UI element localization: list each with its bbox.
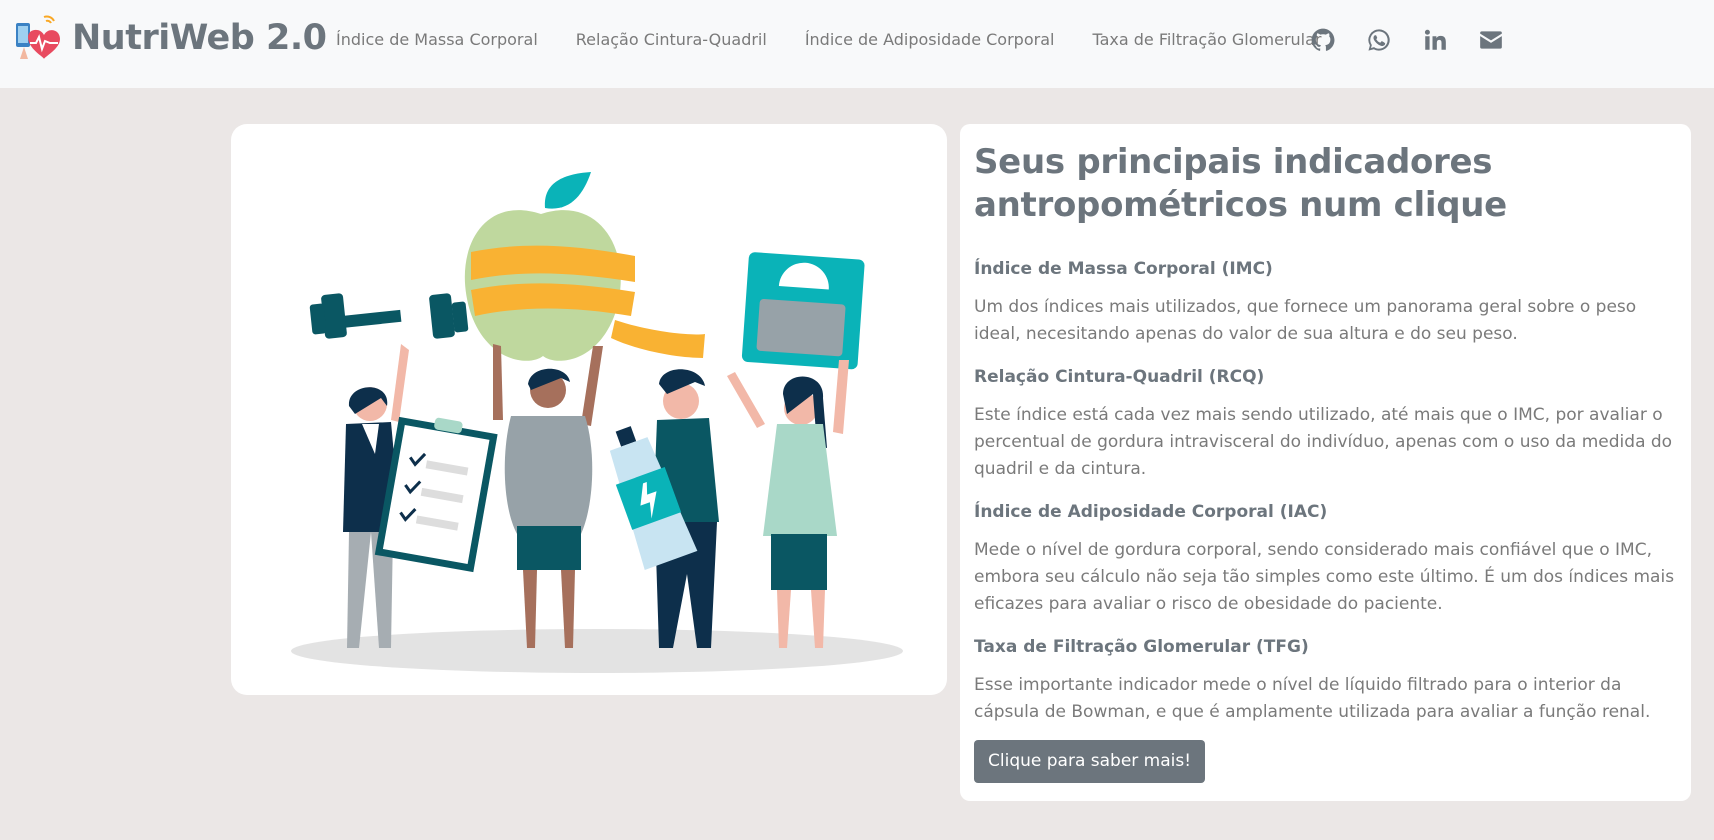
whatsapp-icon[interactable] — [1366, 27, 1392, 53]
section-text: Esse importante indicador mede o nível d… — [974, 675, 1651, 722]
section-iac: Índice de Adiposidade Corporal (IAC) Med… — [974, 501, 1679, 618]
learn-more-button[interactable]: Clique para saber mais! — [974, 740, 1206, 783]
section-tfg: Taxa de Filtração Glomerular (TFG) Esse … — [974, 636, 1679, 726]
section-text: Um dos índices mais utilizados, que forn… — [974, 297, 1637, 344]
nav-links: Índice de Massa Corporal Relação Cintura… — [336, 29, 1321, 53]
envelope-icon[interactable] — [1478, 27, 1504, 53]
section-heading: Relação Cintura-Quadril (RCQ) — [974, 367, 1265, 387]
section-heading: Índice de Adiposidade Corporal (IAC) — [974, 502, 1328, 522]
section-heading: Índice de Massa Corporal (IMC) — [974, 259, 1273, 279]
section-text: Mede o nível de gordura corporal, sendo … — [974, 540, 1675, 614]
section-imc: Índice de Massa Corporal (IMC) Um dos ín… — [974, 258, 1679, 348]
social-icons — [1310, 27, 1534, 53]
brand-name: NutriWeb 2.0 — [72, 18, 327, 58]
indicators-card: Seus principais indicadores antropométri… — [960, 124, 1691, 801]
heart-phone-logo-icon — [16, 15, 60, 59]
section-rcq: Relação Cintura-Quadril (RCQ) Este índic… — [974, 366, 1679, 483]
brand[interactable]: NutriWeb 2.0 — [14, 13, 327, 63]
nav-link-imc[interactable]: Índice de Massa Corporal — [336, 29, 538, 53]
github-icon[interactable] — [1310, 27, 1336, 53]
illustration-card — [231, 124, 947, 695]
navbar: NutriWeb 2.0 Índice de Massa Corporal Re… — [0, 0, 1714, 88]
fitness-people-illustration — [291, 172, 903, 673]
hero-title: Seus principais indicadores antropométri… — [974, 142, 1507, 225]
nav-link-tfg[interactable]: Taxa de Filtração Glomerular — [1092, 29, 1321, 53]
nav-link-iac[interactable]: Índice de Adiposidade Corporal — [805, 29, 1055, 53]
linkedin-icon[interactable] — [1422, 27, 1448, 53]
section-heading: Taxa de Filtração Glomerular (TFG) — [974, 637, 1309, 657]
section-text: Este índice está cada vez mais sendo uti… — [974, 405, 1673, 479]
nav-link-rcq[interactable]: Relação Cintura-Quadril — [576, 29, 767, 53]
